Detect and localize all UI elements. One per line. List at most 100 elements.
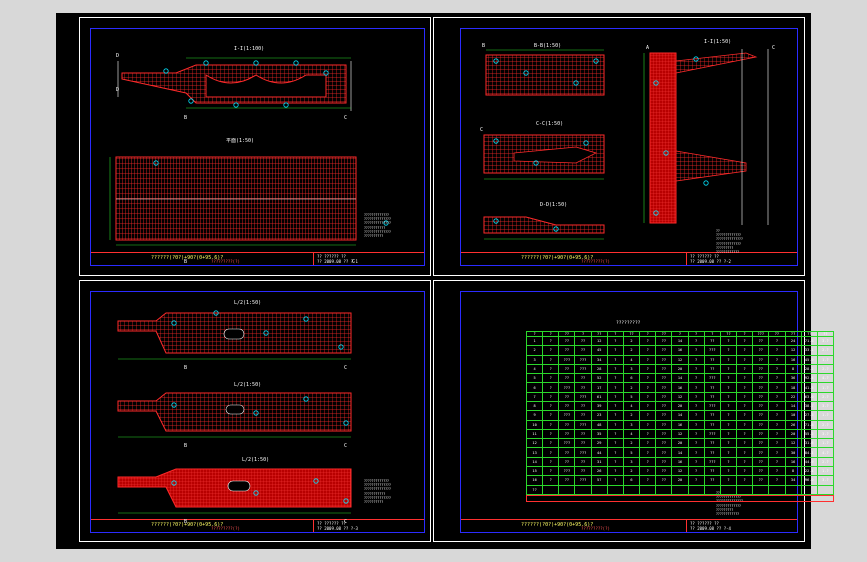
bom-cell: 3.? [816,475,835,486]
bom-cell [606,484,624,495]
sheet2-dd-section [483,216,605,234]
bom-cell: ? [736,363,754,375]
bom-cell: 16 [671,345,689,356]
bom-cell: ? [719,438,738,449]
bom-cell: ?? [752,345,770,356]
bom-cell: 14 [671,410,689,421]
bom-cell: ??? [703,373,721,384]
bom-cell: ? [768,335,786,347]
bom-cell: ?? [703,438,721,449]
bom-cell [703,484,721,495]
section-mark-c: C [344,365,347,371]
bom-cell: 2 [622,410,641,421]
bom-cell: ?? [703,391,721,402]
sheet1-view1-title: I-I(1:100) [234,46,264,52]
bom-row: 2????? 45? 2??? 16????????? 12 33.1 2.? [525,345,835,356]
bom-cell: 1.? [816,410,835,421]
bom-cell: ? [542,419,560,430]
bom-cell: 3 [622,363,641,375]
sheet3-view3: L/2(1:50) B C [117,457,352,525]
bom-cell: ? [606,373,624,384]
bom-row: 6?????? 17? 2??? 16???????? 18 41.5 1.? [525,382,835,393]
bom-cell: 14 [525,456,544,467]
bom-cell: 18 [784,382,802,393]
bom-cell: 4.? [816,447,835,458]
sheet2-view1-title: B-B(1:50) [534,43,561,49]
bom-cell: ?? [655,475,673,486]
section-mark-c: C [480,127,483,133]
bom-cell: ? [736,447,754,458]
bom-cell: 5 [525,373,544,384]
callout-circle [188,98,194,104]
sheet1-plan-view: 平面(1:50) B C [109,138,357,265]
bom-cell: 22.4 [800,465,818,477]
bom-cell: ? [639,419,657,430]
bom-cell: 96.0 [800,475,818,486]
bom-cell: ?? [574,410,592,421]
bom-cell: ? [719,428,738,440]
bom-cell: 14 [784,400,802,412]
bom-cell: 4 [622,400,641,412]
bom-cell: 17 [590,382,608,393]
bom-cell: 3 [622,456,641,467]
bom-cell: ? [606,465,624,477]
bom-cell: ? [719,465,738,477]
bom-cell [736,484,754,495]
bom-cell: ?? [655,345,673,356]
bom-cell: 61 [590,391,608,402]
section-mark-c: C [352,259,355,265]
bom-cell: ?? [655,438,673,449]
bom-cell: ? [542,456,560,467]
bom-cell: ?? [574,428,592,440]
bom-cell: ?? [574,335,592,347]
bom-cell: 44.9 [800,456,818,467]
bom-cell: 23 [590,410,608,421]
section-mark-c: C [772,45,775,51]
bom-cell: ? [606,456,624,467]
sheet2-top-flange [675,52,758,74]
bom-cell: 12 [525,438,544,449]
bom-cell: ? [736,428,754,440]
bom-cell: ? [606,345,624,356]
bom-cell: ?? [752,391,770,402]
bom-cell: 2.? [816,391,835,402]
bom-cell: ??? [574,447,592,458]
bom-row: ?? [525,484,835,495]
bom-cell: 9 [525,410,544,421]
bom-cell [590,484,608,495]
sheet2-view4-title: D-D(1:50) [540,202,567,208]
section-mark-c: C [344,519,347,525]
bom-cell: 5 [622,447,641,458]
bom-cell: 26 [590,465,608,477]
bom-cell: ??? [574,419,592,430]
bom-cell: ? [719,456,738,467]
bom-cell: ??? [558,382,576,393]
bom-cell: ? [687,465,705,477]
bom-cell: ?? [574,345,592,356]
section-mark-d: D [116,53,119,59]
bom-cell [768,484,786,495]
bom-cell: 34 [590,354,608,365]
bom-cell: 3 [525,354,544,365]
section-mark-c: C [344,443,347,449]
bom-cell: ? [606,475,624,486]
bom-cell: ?? [574,400,592,412]
bom-cell: ? [736,373,754,384]
bom-cell: 20 [784,428,802,440]
section-mark-a: A [646,45,649,51]
bom-cell: 4.? [816,373,835,384]
bom-cell: ? [639,400,657,412]
bom-cell: ?? [574,373,592,384]
bom-row: 15?????? 26? 2??? 12???????? 8 22.4 1.? [525,465,835,477]
bom-cell: 10 [784,410,802,421]
bom-cell: ? [639,447,657,458]
bom-cell: ? [639,465,657,477]
bom-cell: 36 [784,373,802,384]
sheet1-notes: ????????????? ?????????????? ???????????… [364,213,391,239]
bom-cell [816,484,835,495]
bom-cell: 20 [671,475,689,486]
bom-cell: 16 [784,456,802,467]
bom-cell: 33.1 [800,345,818,356]
bom-cell: ? [687,410,705,421]
bom-cell: ? [639,345,657,356]
